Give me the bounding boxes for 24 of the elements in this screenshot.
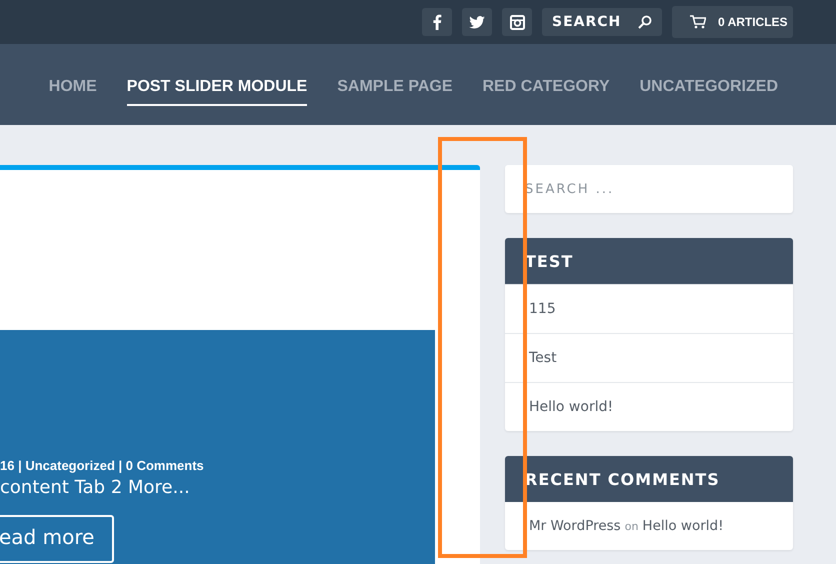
- nav-link[interactable]: RED CATEGORY: [482, 68, 610, 106]
- search-field[interactable]: SEARCH ...: [505, 165, 793, 213]
- instagram-icon[interactable]: [502, 8, 532, 36]
- nav-link[interactable]: UNCATEGORIZED: [640, 68, 778, 106]
- widget-title: TEST: [505, 238, 793, 284]
- cart-icon: [690, 15, 706, 29]
- widget-link[interactable]: Test: [505, 333, 793, 382]
- cart-button[interactable]: 0 ARTICLES: [672, 6, 793, 38]
- author-link[interactable]: Mr WordPress: [529, 518, 621, 534]
- nav-link[interactable]: SAMPLE PAGE: [337, 68, 452, 106]
- post-meta: 16 | Uncategorized | 0 Comments: [0, 458, 205, 473]
- post-link[interactable]: Hello world!: [642, 518, 724, 534]
- twitter-icon[interactable]: [462, 8, 492, 36]
- widget-link[interactable]: Hello world!: [505, 382, 793, 431]
- post-excerpt: content Tab 2 More...: [0, 477, 191, 498]
- read-more-button[interactable]: ead more: [0, 515, 114, 563]
- comment-text: Mr WordPress on Hello world!: [528, 517, 725, 536]
- widget-link[interactable]: 115: [505, 284, 793, 333]
- widget-title: RECENT COMMENTS: [505, 456, 793, 502]
- nav-link[interactable]: POST SLIDER MODULE: [126, 68, 308, 106]
- search-icon[interactable]: [638, 15, 652, 29]
- nav-link[interactable]: HOME: [48, 68, 97, 106]
- search-field[interactable]: SEARCH: [542, 8, 662, 36]
- facebook-icon[interactable]: [422, 8, 452, 36]
